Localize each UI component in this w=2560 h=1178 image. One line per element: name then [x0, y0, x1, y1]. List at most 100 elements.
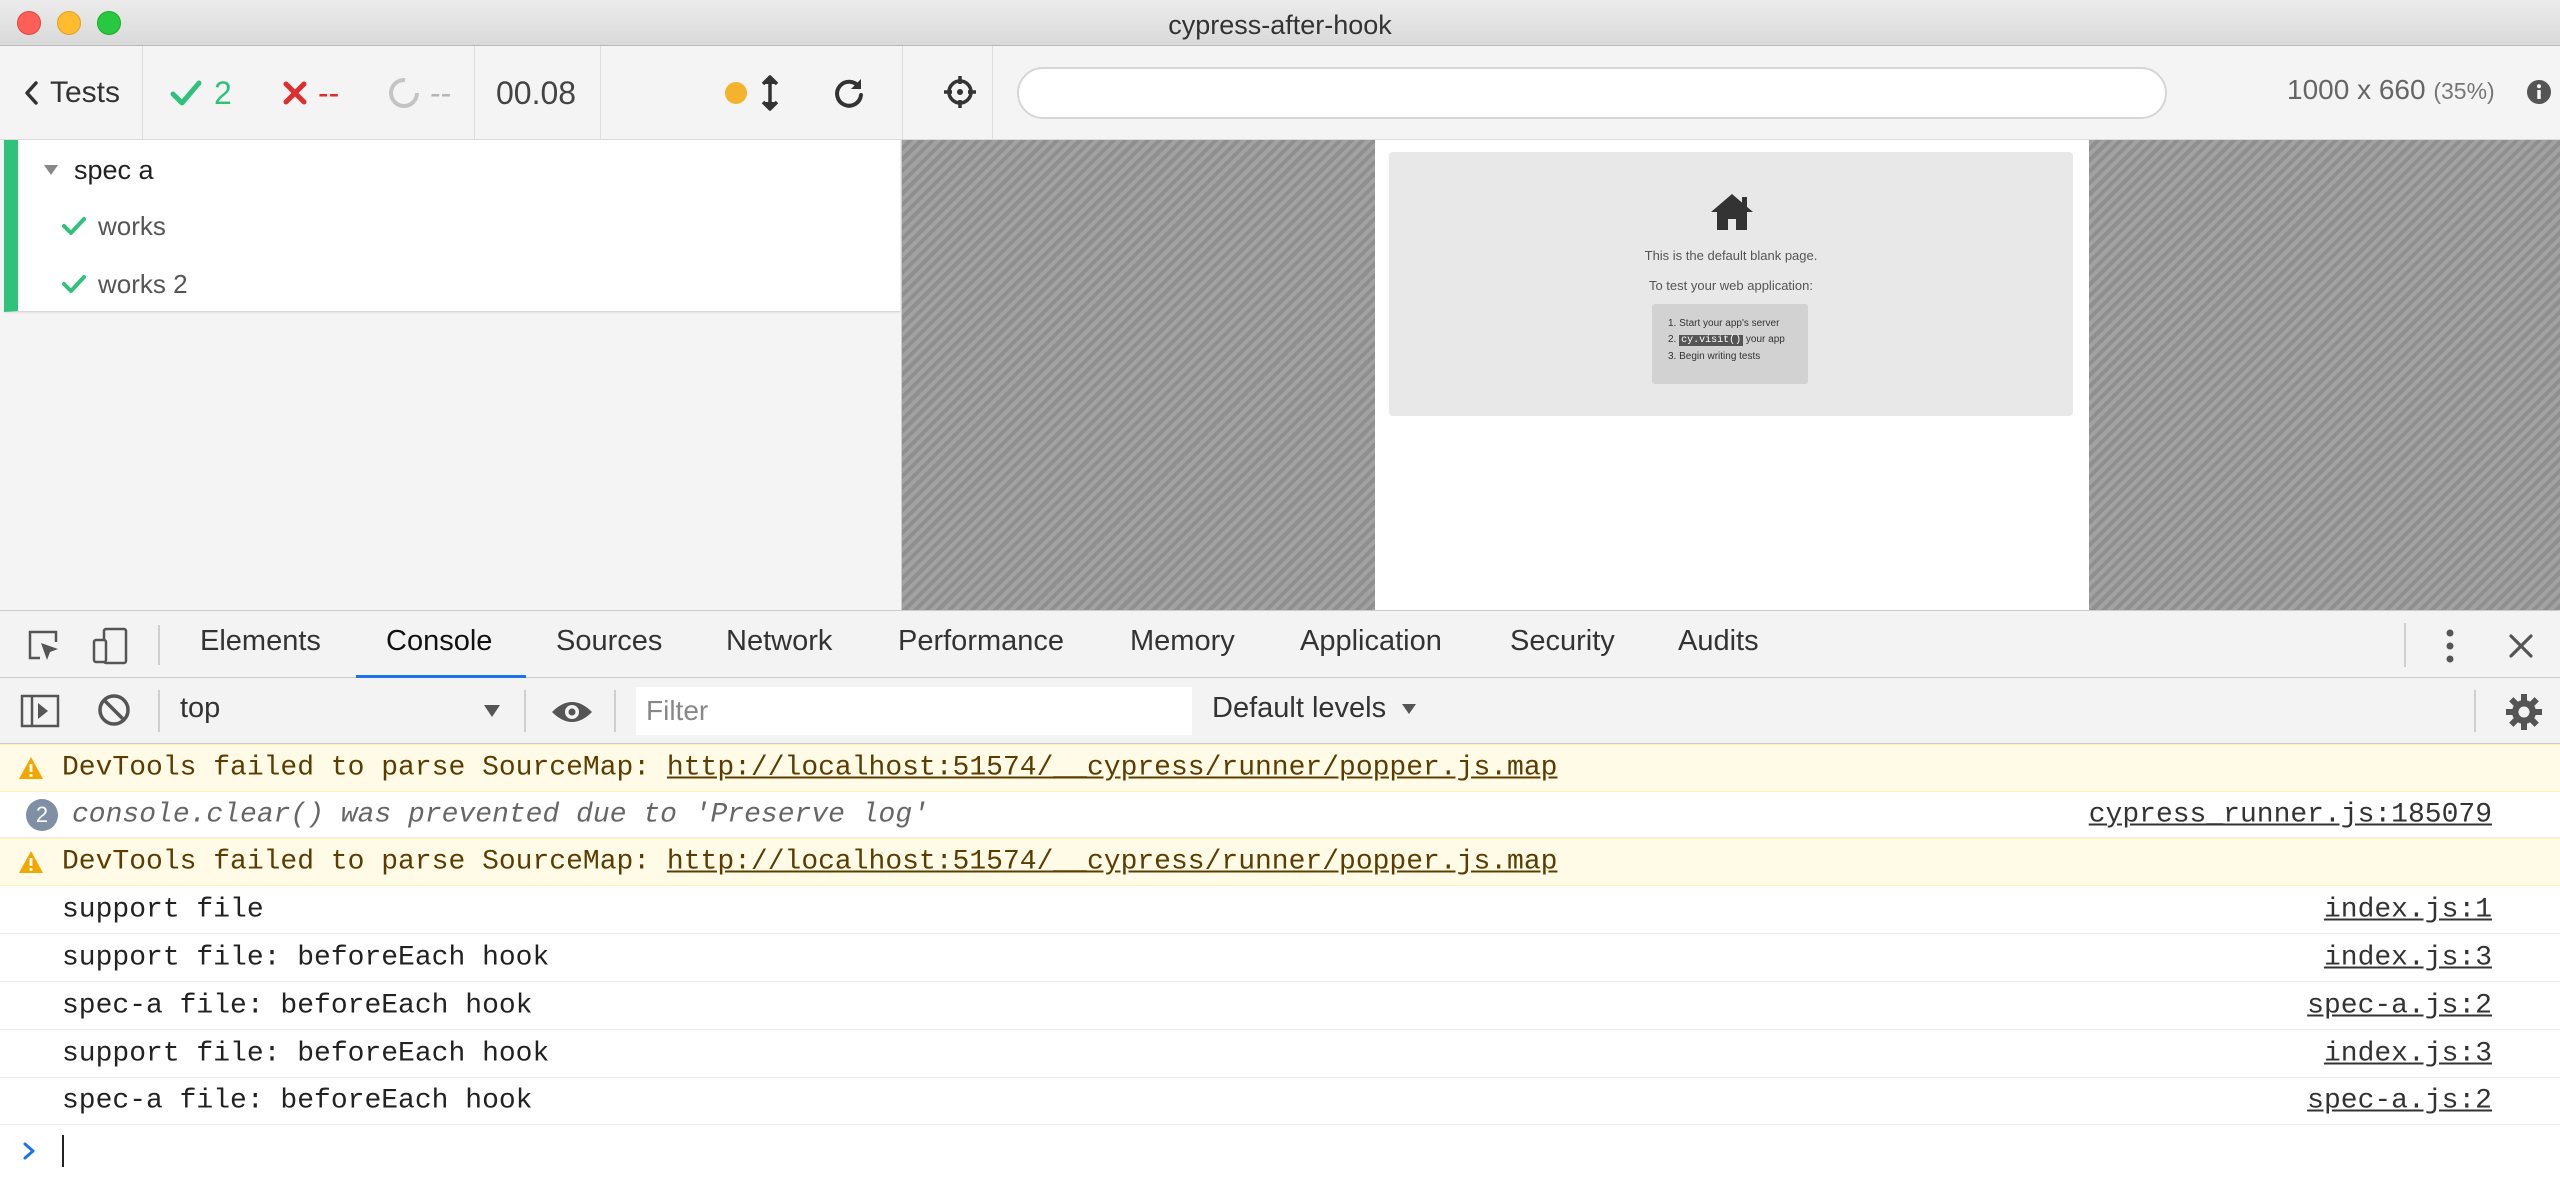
- text-cursor: [62, 1135, 64, 1167]
- viewport-size: 1000 x 660: [2287, 74, 2426, 105]
- blank-step: 2. cy.visit() your app: [1668, 334, 1785, 346]
- message-text: support file: [62, 894, 264, 925]
- inspect-element-icon[interactable]: [26, 628, 62, 664]
- default-blank-page: This is the default blank page. To test …: [1389, 152, 2073, 416]
- context-select[interactable]: top: [180, 692, 220, 725]
- console-message-log: support file index.js:1: [0, 886, 2560, 934]
- gear-icon[interactable]: [2504, 692, 2544, 732]
- chevron-right-icon: [23, 1142, 35, 1160]
- test-title: works: [98, 210, 166, 241]
- console-message-log: spec-a file: beforeEach hook spec-a.js:2: [0, 1078, 2560, 1125]
- tab-application[interactable]: Application: [1300, 625, 1442, 658]
- source-link[interactable]: index.js:3: [2324, 942, 2492, 973]
- log-levels-dropdown[interactable]: Default levels: [1212, 692, 1418, 725]
- console-toolbar: top Default levels: [0, 678, 2560, 744]
- console-prompt[interactable]: [0, 1125, 2560, 1178]
- caret-down-icon: [44, 165, 58, 175]
- show-sidebar-icon[interactable]: [20, 694, 60, 728]
- blank-page-line2: To test your web application:: [1648, 278, 1814, 293]
- sourcemap-link[interactable]: http://localhost:51574/__cypress/runner/…: [667, 753, 1558, 784]
- auto-scroll-icon[interactable]: [760, 74, 780, 112]
- tab-elements[interactable]: Elements: [200, 625, 321, 658]
- message-text: spec-a file: beforeEach hook: [62, 1085, 533, 1117]
- suite-title-row[interactable]: spec a: [42, 150, 154, 190]
- sourcemap-link[interactable]: http://localhost:51574/__cypress/runner/…: [667, 847, 1558, 878]
- aut-url-input[interactable]: [1017, 67, 2167, 119]
- warning-icon: [19, 757, 43, 779]
- tab-audits[interactable]: Audits: [1678, 625, 1759, 658]
- pending-count: --: [430, 74, 452, 111]
- check-icon: [170, 80, 202, 106]
- console-message-log: spec-a file: beforeEach hook spec-a.js:2: [0, 982, 2560, 1030]
- source-link[interactable]: index.js:3: [2324, 1038, 2492, 1069]
- viewport-scale: (35%): [2433, 78, 2495, 104]
- test-title: works 2: [98, 268, 188, 299]
- source-link[interactable]: spec-a.js:2: [2307, 1086, 2492, 1117]
- failed-count: --: [318, 74, 340, 111]
- close-icon[interactable]: [2508, 633, 2534, 659]
- window-titlebar: cypress-after-hook: [0, 0, 2560, 46]
- console-message-log: support file: beforeEach hook index.js:3: [0, 1030, 2560, 1078]
- aut-header: 1000 x 660 (35%): [902, 46, 2560, 140]
- passed-stat[interactable]: 2: [170, 74, 232, 112]
- chevron-left-icon: [25, 81, 38, 105]
- blank-page-steps: 1. Start your app's server 2. cy.visit()…: [1652, 304, 1808, 384]
- source-link[interactable]: cypress_runner.js:185079: [2089, 799, 2492, 830]
- message-text: spec-a file: beforeEach hook: [62, 990, 533, 1021]
- log-levels-label: Default levels: [1212, 692, 1387, 724]
- eye-icon[interactable]: [550, 698, 594, 726]
- window-title: cypress-after-hook: [1168, 10, 1392, 40]
- home-icon: [1711, 194, 1753, 230]
- devtools-tabbar: Elements Console Sources Network Perform…: [0, 610, 2560, 679]
- warning-icon: [19, 851, 43, 873]
- message-text: support file: beforeEach hook: [62, 942, 550, 973]
- selector-playground-icon[interactable]: [942, 74, 978, 110]
- x-icon: [283, 81, 307, 105]
- message-text: support file: beforeEach hook: [62, 1038, 550, 1069]
- message-text: console.clear() was prevented due to 'Pr…: [72, 799, 929, 830]
- failed-stat[interactable]: --: [282, 74, 339, 112]
- repeat-count-badge: 2: [26, 798, 58, 831]
- spinner-icon: [389, 78, 419, 108]
- tab-performance[interactable]: Performance: [898, 625, 1064, 658]
- source-link[interactable]: index.js:1: [2324, 894, 2492, 925]
- restart-icon[interactable]: [832, 76, 866, 110]
- blank-step: 1. Start your app's server: [1668, 318, 1780, 329]
- console-message-log: support file: beforeEach hook index.js:3: [0, 934, 2560, 982]
- blank-page-line1: This is the default blank page.: [1644, 248, 1818, 263]
- test-row[interactable]: works: [62, 206, 166, 246]
- tab-memory[interactable]: Memory: [1130, 625, 1235, 658]
- pending-stat[interactable]: --: [388, 74, 451, 112]
- info-icon[interactable]: [2526, 79, 2552, 105]
- running-indicator-dot: [725, 82, 747, 104]
- aut-iframe[interactable]: This is the default blank page. To test …: [1375, 140, 2089, 610]
- caret-down-icon[interactable]: [482, 703, 502, 719]
- console-filter-input[interactable]: [636, 687, 1192, 735]
- tab-security[interactable]: Security: [1510, 625, 1615, 658]
- context-value: top: [180, 692, 221, 724]
- tab-sources[interactable]: Sources: [556, 625, 662, 658]
- run-duration: 00.08: [496, 75, 577, 111]
- console-message-info: 2 console.clear() was prevented due to '…: [0, 792, 2560, 838]
- reporter-panel: spec a works works 2: [0, 140, 902, 610]
- test-row[interactable]: works 2: [62, 264, 188, 304]
- more-options-icon[interactable]: [2442, 627, 2458, 665]
- device-toolbar-icon[interactable]: [90, 626, 130, 666]
- tab-console[interactable]: Console: [386, 625, 492, 658]
- aut-viewport: This is the default blank page. To test …: [902, 140, 2560, 610]
- tab-network[interactable]: Network: [726, 625, 832, 658]
- check-icon: [62, 217, 86, 235]
- back-to-tests-button[interactable]: Tests: [22, 74, 120, 112]
- viewport-info: 1000 x 660 (35%): [2287, 74, 2495, 106]
- suite-title: spec a: [74, 154, 154, 185]
- suite-container: spec a works works 2: [4, 140, 900, 312]
- console-message-warning: DevTools failed to parse SourceMap: http…: [0, 838, 2560, 886]
- caret-down-icon: [1402, 704, 1417, 715]
- check-icon: [62, 275, 86, 293]
- console-message-warning: DevTools failed to parse SourceMap: http…: [0, 744, 2560, 792]
- clear-console-icon[interactable]: [96, 692, 132, 728]
- reporter-header: Tests 2 -- -- 00.08: [0, 46, 902, 140]
- blank-step: 3. Begin writing tests: [1668, 351, 1761, 362]
- source-link[interactable]: spec-a.js:2: [2307, 990, 2492, 1021]
- passed-count: 2: [214, 74, 232, 111]
